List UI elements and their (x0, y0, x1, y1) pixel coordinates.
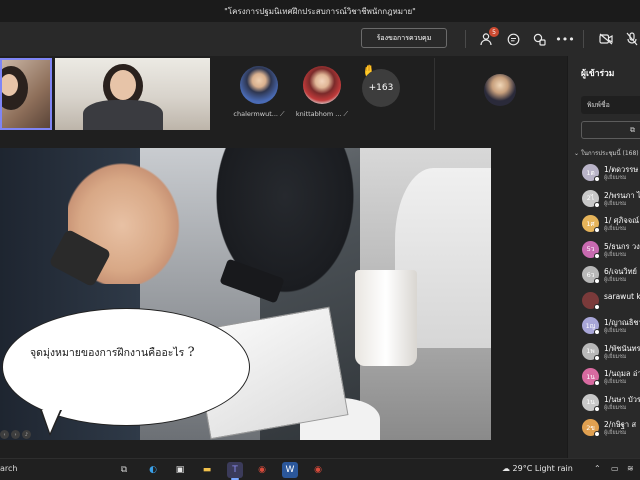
participant-row[interactable]: 1พ 1/พัชนันทร ผู้เยี่ยมชม (582, 341, 640, 363)
speech-bubble-text: จุดมุ่งหมายของการฝึกงานคืออะไร ? (30, 345, 195, 360)
participant-row[interactable]: 1น 1/นษา บัวร ผู้เยี่ยมชม (582, 392, 640, 414)
participant-role: ผู้เยี่ยมชม (604, 328, 627, 334)
speech-bubble-tail (42, 410, 60, 433)
store-icon[interactable]: ▣ (172, 462, 188, 478)
participant-row[interactable]: 1ต 1/ตดวรรษ ผู้เยี่ยมชม (582, 162, 640, 184)
status-icon (594, 405, 600, 412)
participant-row[interactable]: 2ข 2/กษิฐา สผู้เยี่ยมชม (582, 417, 640, 439)
participant-row[interactable]: 1ญ 1/ญาณธิชา ผู้เยี่ยมชม (582, 315, 640, 337)
status-icon (594, 201, 600, 208)
video-tile-speaker[interactable] (55, 58, 210, 130)
participant-role: ผู้เยี่ยมชม (604, 379, 627, 385)
panel-title: ผู้เข้าร่วม (581, 69, 615, 79)
participant-video (110, 70, 136, 100)
chat-icon[interactable] (505, 31, 521, 47)
status-icon (594, 329, 600, 335)
participant-row[interactable]: 5ว 5/ธนกร วง ผู้เยี่ยมชม (582, 239, 640, 261)
status-icon (594, 227, 600, 233)
mic-off-icon: ⟋ (343, 110, 349, 118)
prev-icon[interactable]: ‹ (0, 430, 9, 439)
chevron-down-icon: ⌄ (574, 150, 580, 157)
request-control-button[interactable]: ร้องขอการควบคุม (361, 28, 447, 48)
mic-off-icon: ⟋ (280, 110, 285, 118)
camera-icon[interactable] (598, 31, 614, 47)
tray-chevron-icon[interactable]: ⌃ (594, 464, 601, 473)
chrome-icon[interactable]: ◉ (310, 462, 326, 478)
more-icon[interactable]: ••• (555, 31, 574, 47)
participant-row[interactable]: 1ศ 1/ ศุภิจจณ์ ผู้เยี่ยมชม (582, 213, 640, 235)
status-icon (594, 252, 600, 259)
share-invite-button[interactable]: ⧉ (581, 121, 640, 139)
video-strip: chalermwut... ⟋ knittabhom ... ⟋ ✋ +163 (0, 56, 567, 134)
participant-tile[interactable]: knittabhom ... ⟋ (292, 66, 352, 119)
meeting-toolbar: ร้องขอการควบคุม 5 ••• (0, 22, 640, 56)
teams-icon[interactable]: T (227, 462, 243, 480)
question-mark: ? (187, 345, 195, 360)
participant-video (2, 74, 18, 96)
video-tile-pinned[interactable] (0, 58, 52, 130)
status-icon (594, 354, 600, 361)
stage-controls: ‹ › ♪ (0, 430, 31, 440)
window-title-bar: "โครงการปฐมนิเทศฝึกประสบการณ์วิชาชีพนักก… (0, 0, 640, 22)
participants-badge: 5 (489, 27, 499, 37)
participant-role: ผู้เยี่ยมชม (604, 226, 627, 232)
status-icon (594, 303, 600, 310)
wifi-icon[interactable]: ≋ (627, 464, 634, 473)
strip-divider (434, 58, 435, 130)
participant-role: ผู้เยี่ยมชม (604, 430, 627, 436)
participants-panel: ผู้เข้าร่วม พิมพ์ชื่อ ⧉ ⌄ ในการประชุมนี้… (567, 56, 640, 458)
word-icon[interactable]: W (282, 462, 298, 478)
taskbar-search[interactable]: arch (0, 464, 17, 473)
participant-name: sarawut ka (604, 291, 640, 301)
people-icon[interactable]: 5 (478, 27, 499, 47)
avatar (303, 66, 341, 104)
mic-icon[interactable] (624, 31, 640, 47)
participant-name: knittabhom ... ⟋ (295, 110, 349, 118)
reactions-icon[interactable] (531, 31, 547, 47)
toolbar-separator (583, 30, 584, 48)
status-icon (594, 431, 600, 437)
cloud-rain-icon: ☁ (502, 464, 510, 473)
participant-role: ผู้เยี่ยมชม (604, 251, 627, 258)
participant-role: ผู้เยี่ยมชม (604, 404, 627, 411)
file-explorer-icon[interactable]: ▬ (199, 462, 215, 478)
participant-row[interactable]: sarawut ka (582, 290, 640, 312)
participant-row[interactable]: 2ไ 2/พรนภา ไผู้เยี่ยมชม (582, 188, 640, 210)
slide-coffee-cup (355, 270, 417, 366)
chrome-icon[interactable]: ◉ (254, 462, 270, 478)
speech-bubble (2, 308, 250, 426)
status-icon (594, 278, 600, 284)
teams-meeting-window: "โครงการปฐมนิเทศฝึกประสบการณ์วิชาชีพนักก… (0, 0, 640, 480)
window-title: "โครงการปฐมนิเทศฝึกประสบการณ์วิชาชีพนักก… (224, 6, 416, 16)
weather-widget[interactable]: ☁ 29°C Light rain (502, 464, 573, 473)
network-icon[interactable]: ▭ (611, 464, 619, 473)
edge-icon[interactable]: ◐ (145, 462, 161, 478)
windows-taskbar: arch ⧉ ◐ ▣ ▬ T ◉ W ◉ ☁ 29°C Light rain ⌃… (0, 458, 640, 480)
task-view-icon[interactable]: ⧉ (116, 462, 132, 478)
status-icon (594, 380, 600, 386)
in-meeting-section[interactable]: ⌄ ในการประชุมนี้ (168) (574, 148, 639, 158)
participant-role: ผู้เยี่ยมชม (604, 277, 627, 283)
volume-icon[interactable]: ♪ (22, 430, 31, 439)
participant-row[interactable]: 1น 1/นฤมล อ่า ผู้เยี่ยมชม (582, 366, 640, 388)
avatar (484, 74, 516, 106)
shared-content-stage: จุดมุ่งหมายของการฝึกงานคืออะไร ? ‹ › ♪ (0, 134, 567, 468)
status-icon (594, 176, 600, 182)
toolbar-separator (465, 30, 466, 48)
participant-video (83, 100, 163, 130)
participant-role: ผู้เยี่ยมชม (604, 200, 627, 207)
participant-name: chalermwut... ⟋ (233, 110, 285, 118)
participant-role: ผู้เยี่ยมชม (604, 353, 627, 360)
shared-slide: จุดมุ่งหมายของการฝึกงานคืออะไร ? (0, 148, 491, 440)
next-icon[interactable]: › (11, 430, 20, 439)
more-participants-button[interactable]: +163 (362, 69, 400, 107)
participant-tile[interactable]: chalermwut... ⟋ (229, 66, 289, 119)
participant-row[interactable]: 6ว 6/เจนวิทย์ ผู้เยี่ยมชม (582, 264, 640, 286)
participant-role: ผู้เยี่ยมชม (604, 175, 627, 181)
participant-search-input[interactable]: พิมพ์ชื่อ (581, 96, 640, 114)
avatar (240, 66, 278, 104)
share-icon: ⧉ (630, 126, 635, 134)
